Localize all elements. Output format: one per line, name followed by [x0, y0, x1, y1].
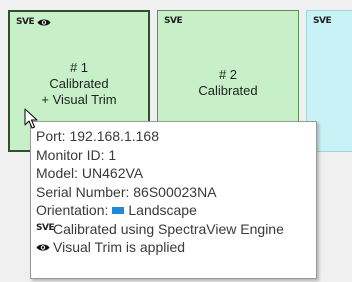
- eye-icon: [37, 19, 51, 26]
- tile-tag-group: SVE: [164, 16, 183, 26]
- tooltip-monitor-id: Monitor ID: 1: [36, 146, 117, 163]
- sve-calibrated-icon: SVE: [164, 16, 183, 26]
- mouse-pointer-icon: [24, 108, 38, 129]
- monitor-grid: SVE # 1 Calibrated + Visual Trim SVE # 2…: [0, 0, 352, 282]
- tooltip-visual-trim: Visual Trim is applied: [36, 238, 316, 257]
- orientation-value: Landscape: [128, 202, 197, 218]
- orientation-label: Orientation:: [36, 202, 109, 218]
- sve-calibrated-icon: SVE: [36, 223, 55, 234]
- tile-status: Calibrated: [198, 83, 258, 98]
- tooltip-orientation: Orientation: Landscape: [36, 201, 316, 220]
- tile-number: # 2: [218, 67, 238, 82]
- tile-number: # 1: [69, 60, 89, 75]
- tooltip-serial: Serial Number: 86S00023NA: [36, 183, 217, 200]
- tile-status-secondary: + Visual Trim: [41, 92, 117, 107]
- tooltip-model: Model: UN462VA: [36, 165, 144, 181]
- monitor-info-tooltip: Port: 192.168.1.168 Monitor ID: 1 Model:…: [30, 121, 317, 279]
- visual-trim-text: Visual Trim is applied: [53, 239, 186, 255]
- tooltip-port: Port: 192.168.1.168: [36, 128, 159, 144]
- calibrated-text: Calibrated using SpectraView Engine: [53, 220, 284, 237]
- sve-label: SVE: [313, 16, 332, 26]
- tooltip-calibrated: SVE Calibrated using SpectraView Engine: [36, 220, 316, 239]
- sve-calibrated-icon: SVE: [16, 17, 35, 27]
- tile-tag-group: SVE: [16, 18, 51, 27]
- landscape-orientation-icon: [112, 206, 125, 214]
- tile-status: Calibrated: [49, 76, 109, 91]
- tile-tag-group: SVE: [313, 16, 332, 26]
- eye-icon: [36, 244, 50, 251]
